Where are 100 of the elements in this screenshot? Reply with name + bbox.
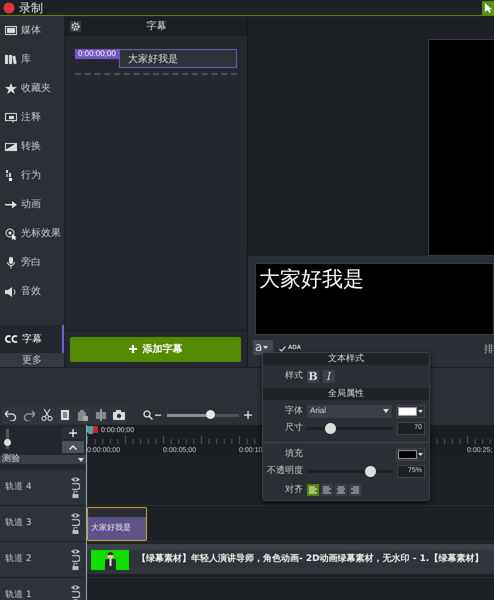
film-icon — [5, 24, 17, 36]
eye-icon[interactable] — [71, 585, 80, 590]
books-icon — [5, 54, 17, 66]
track-name: 轨道 3 — [5, 516, 32, 530]
cut-button[interactable] — [38, 406, 55, 424]
speaker-icon — [5, 286, 17, 298]
camera-button[interactable] — [110, 406, 127, 424]
settings-button[interactable] — [70, 20, 81, 32]
field-label: 字体 — [284, 404, 303, 418]
camera-icon — [112, 409, 124, 421]
field-label: 样式 — [284, 370, 303, 383]
split-button[interactable] — [92, 406, 109, 424]
sidebar-item[interactable]: 注释 — [0, 103, 64, 132]
align-button[interactable] — [321, 484, 333, 496]
plus-icon[interactable] — [244, 411, 252, 419]
section-title: 文本样式 — [263, 353, 429, 365]
eye-icon[interactable] — [71, 477, 80, 482]
field-label: 对齐 — [284, 484, 303, 496]
section-title: 全局属性 — [263, 388, 429, 400]
redo-button[interactable] — [20, 406, 37, 424]
copy-button[interactable] — [56, 406, 73, 424]
caption-editor[interactable]: 大家好我是 — [255, 263, 494, 335]
slider-thumb[interactable] — [206, 410, 216, 418]
cursor-button[interactable] — [482, 0, 494, 14]
caption-clip[interactable]: 大家好我是 — [87, 507, 147, 541]
caret-up-icon — [69, 444, 77, 450]
text-style-button[interactable]: a — [253, 340, 273, 355]
cut-icon — [40, 409, 52, 421]
align-right-icon — [350, 485, 360, 496]
plus-icon — [128, 345, 136, 353]
slider-thumb[interactable] — [325, 423, 336, 434]
track-height-slider[interactable] — [6, 429, 9, 449]
align-left-icon — [322, 485, 332, 496]
playhead-icon[interactable] — [87, 426, 99, 434]
sidebar-item[interactable]: 库 — [0, 45, 64, 74]
sidebar-item[interactable]: 字幕 — [0, 325, 64, 353]
sidebar-item[interactable]: 转换 — [0, 132, 64, 161]
transition-icon — [5, 140, 17, 152]
lock-icon[interactable] — [71, 563, 80, 570]
search-icon[interactable] — [143, 410, 153, 420]
record-label[interactable]: 录制 — [19, 2, 43, 14]
arrow-icon — [5, 198, 17, 210]
caret-icon — [263, 346, 268, 349]
field-label: 填充 — [284, 448, 303, 460]
paste-icon — [76, 409, 88, 421]
group-name: 测验 — [2, 452, 20, 466]
slider-thumb[interactable] — [4, 439, 11, 446]
sidebar-item[interactable]: 行为 — [0, 161, 64, 190]
add-caption-button[interactable]: 添加字幕 — [70, 336, 241, 362]
track-name: 轨道 1 — [5, 588, 32, 600]
undo-button[interactable] — [2, 406, 19, 424]
cc-icon — [5, 333, 18, 345]
sidebar-item[interactable]: 旁白 — [0, 248, 64, 277]
font-dropdown[interactable]: Arial — [307, 404, 392, 418]
field-label: 不透明度 — [267, 465, 303, 478]
caret-icon[interactable] — [78, 458, 84, 462]
pointer-icon — [484, 2, 492, 12]
add-track-button[interactable] — [62, 427, 84, 439]
align-center-icon — [336, 485, 346, 496]
track-name: 轨道 4 — [5, 480, 32, 494]
lock-icon[interactable] — [71, 491, 80, 498]
plus-icon — [69, 429, 77, 437]
align-button[interactable] — [335, 484, 347, 496]
field-label: 尺寸 — [284, 422, 303, 435]
more-button[interactable]: 更多 — [0, 353, 64, 367]
magnet-icon[interactable] — [71, 483, 80, 490]
speech-box-icon — [5, 112, 17, 124]
eye-icon[interactable] — [71, 549, 80, 554]
panel-title: 字幕 — [146, 20, 168, 34]
record-icon[interactable] — [3, 2, 15, 14]
caret-icon — [418, 452, 423, 456]
media-clip[interactable]: 【绿幕素材】年轻人演讲导师，角色动画- 2D动画绿幕素材，无水印 - 1.【绿幕素材】 — [87, 544, 494, 574]
align-button[interactable] — [307, 484, 319, 496]
magnet-icon[interactable] — [71, 555, 80, 562]
magnet-icon[interactable] — [71, 591, 80, 598]
sidebar-item[interactable]: 收藏夹 — [0, 74, 64, 103]
caption-text-field[interactable]: 大家好我是 — [118, 49, 237, 68]
microphone-icon — [5, 256, 17, 268]
redo-icon — [22, 409, 34, 421]
italic-button[interactable]: I — [323, 370, 335, 384]
align-button[interactable] — [349, 484, 361, 496]
paste-button[interactable] — [74, 406, 91, 424]
star-icon — [5, 82, 17, 94]
track-name: 轨道 2 — [5, 552, 32, 566]
align-left-icon — [308, 485, 318, 496]
caret-icon — [383, 409, 389, 414]
slider-thumb[interactable] — [364, 466, 376, 478]
sidebar-item[interactable]: 音效 — [0, 277, 64, 306]
lock-icon[interactable] — [71, 527, 80, 534]
color-picker[interactable] — [396, 448, 425, 461]
toolbar-label: 排 — [484, 342, 494, 357]
collapse-button[interactable] — [62, 441, 84, 453]
eye-icon[interactable] — [71, 513, 80, 518]
sidebar-item[interactable]: 动画 — [0, 190, 64, 219]
sidebar-item[interactable]: 光标效果 — [0, 219, 64, 248]
color-picker[interactable] — [396, 404, 425, 418]
settings-icon — [71, 22, 80, 30]
sidebar-item[interactable]: 媒体 — [0, 16, 64, 45]
bold-button[interactable]: B — [307, 370, 319, 384]
magnet-icon[interactable] — [71, 519, 80, 526]
